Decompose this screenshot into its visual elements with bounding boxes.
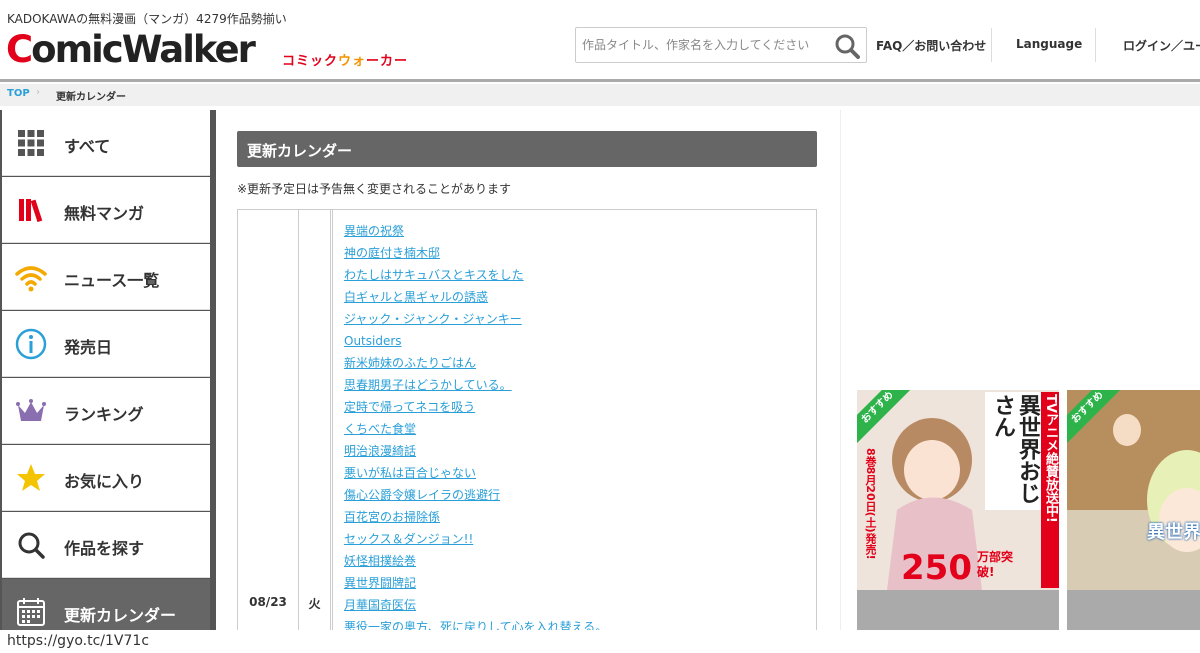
- logo-subtitle: コミックウォーカー: [282, 54, 409, 69]
- title-link[interactable]: 悪いが私は百合じゃない: [344, 465, 814, 487]
- books-icon: [19, 199, 43, 223]
- search-icon: [18, 532, 45, 559]
- search-icon[interactable]: [834, 33, 860, 59]
- breadcrumb-separator: ›: [36, 87, 40, 98]
- title-link[interactable]: わたしはサキュバスとキスをした: [344, 267, 814, 289]
- sidebar-item-free-manga[interactable]: 無料マンガ: [2, 177, 210, 243]
- title-link[interactable]: セックス＆ダンジョン!!: [344, 531, 814, 553]
- language-link[interactable]: Language: [1016, 37, 1082, 51]
- recommended-banner[interactable]: おすすめ 異世界: [1067, 390, 1200, 630]
- title-link[interactable]: Outsiders: [344, 333, 814, 355]
- title-link[interactable]: 悪役一家の奥方、死に戻りして心を入れ替える。: [344, 619, 814, 630]
- grid-icon: [18, 130, 44, 156]
- sidebar-item-all[interactable]: すべて: [2, 110, 210, 176]
- search-box: [575, 27, 867, 63]
- sidebar-item-favorites[interactable]: お気に入り: [2, 445, 210, 511]
- sidebar-item-news[interactable]: ニュース一覧: [2, 244, 210, 310]
- login-link[interactable]: ログイン／ユー: [1123, 37, 1200, 54]
- main-content: 更新カレンダー ※更新予定日は予告無く変更されることがあります 08/23 火 …: [218, 110, 838, 630]
- nav-divider: [1095, 28, 1096, 62]
- faq-link[interactable]: FAQ／お問い合わせ: [876, 37, 986, 54]
- recommendation-column: おすすめ 異世界おじさん TVアニメ絶賛放送中! 8巻8月20日(土)発売! 2…: [840, 110, 1200, 630]
- calendar-day-cell: 火: [299, 210, 333, 630]
- calendar-weekday: 火: [308, 597, 321, 611]
- sidebar-item-search[interactable]: 作品を探す: [2, 512, 210, 578]
- status-url: https://gyo.tc/1V71c: [7, 633, 150, 649]
- sidebar-item-ranking[interactable]: ランキング: [2, 378, 210, 444]
- logo[interactable]: ComicWalker: [6, 28, 256, 72]
- info-icon: [15, 328, 47, 360]
- title-link[interactable]: 異世界闘牌記: [344, 575, 814, 597]
- update-calendar-table: 08/23 火 異端の祝祭 神の庭付き楠木邸 わたしはサキュバスとキスをした 白…: [237, 209, 817, 630]
- sidebar-item-label: ランキング: [64, 405, 144, 424]
- title-link[interactable]: くちべた食堂: [344, 421, 814, 443]
- title-list: 異端の祝祭 神の庭付き楠木邸 わたしはサキュバスとキスをした 白ギャルと黒ギャル…: [344, 223, 814, 630]
- calendar-date: 08/23: [249, 595, 287, 609]
- sidebar-item-label: 発売日: [64, 338, 113, 357]
- header: KADOKAWAの無料漫画（マンガ）4279作品勢揃い ComicWalker …: [0, 0, 1200, 82]
- banner-sales-number: 250: [901, 548, 972, 588]
- title-link[interactable]: 異端の祝祭: [344, 223, 814, 245]
- breadcrumb-top[interactable]: TOP: [7, 88, 30, 99]
- title-link[interactable]: 神の庭付き楠木邸: [344, 245, 814, 267]
- sidebar-item-label: 更新カレンダー: [64, 606, 177, 625]
- search-input[interactable]: [576, 28, 826, 62]
- breadcrumb: TOP › 更新カレンダー: [0, 84, 1200, 106]
- title-link[interactable]: 月華国奇医伝: [344, 597, 814, 619]
- sidebar-item-label: ニュース一覧: [64, 271, 160, 290]
- status-bar: https://gyo.tc/1V71c: [0, 630, 1200, 653]
- tagline: KADOKAWAの無料漫画（マンガ）4279作品勢揃い: [7, 12, 287, 26]
- title-link[interactable]: 明治浪漫綺話: [344, 443, 814, 465]
- sidebar-item-label: 作品を探す: [64, 539, 145, 558]
- schedule-note: ※更新予定日は予告無く変更されることがあります: [237, 182, 512, 196]
- nav-divider: [991, 28, 992, 62]
- banner-art: [1067, 390, 1200, 630]
- title-link[interactable]: 傷心公爵令嬢レイラの逃避行: [344, 487, 814, 509]
- recommended-banner[interactable]: おすすめ 異世界おじさん TVアニメ絶賛放送中! 8巻8月20日(土)発売! 2…: [857, 390, 1059, 630]
- banner-sales-unit: 万部突破!: [977, 550, 1014, 579]
- title-link[interactable]: 新米姉妹のふたりごはん: [344, 355, 814, 377]
- banner-release-text: 8巻8月20日(土)発売!: [864, 448, 877, 560]
- calendar-icon: [17, 598, 45, 626]
- banner-title: 異世界おじさん: [990, 394, 1040, 504]
- banner-title: 異世界: [1147, 522, 1200, 543]
- sidebar-item-label: お気に入り: [64, 472, 145, 491]
- sidebar: すべて 無料マンガ ニュース一覧 発売日 ランキング お気に入り 作品を探す 更…: [0, 110, 216, 645]
- title-link[interactable]: 思春期男子はどうかしている。: [344, 377, 814, 399]
- sidebar-item-release-date[interactable]: 発売日: [2, 311, 210, 377]
- wifi-icon: [15, 266, 47, 292]
- title-link[interactable]: 定時で帰ってネコを吸う: [344, 399, 814, 421]
- sidebar-item-label: 無料マンガ: [64, 204, 145, 223]
- title-link[interactable]: 妖怪相撲絵巻: [344, 553, 814, 575]
- banner-tv-text: TVアニメ絶賛放送中!: [1043, 394, 1058, 523]
- star-icon: [17, 464, 45, 491]
- breadcrumb-current: 更新カレンダー: [56, 92, 126, 103]
- crown-icon: [16, 399, 46, 421]
- title-link[interactable]: 白ギャルと黒ギャルの誘惑: [344, 289, 814, 311]
- page-title-bar: 更新カレンダー: [237, 131, 817, 167]
- title-link[interactable]: 百花宮のお掃除係: [344, 509, 814, 531]
- logo-text: omicWalker: [31, 28, 256, 71]
- sidebar-item-label: すべて: [64, 137, 111, 156]
- calendar-date-cell: 08/23: [238, 210, 299, 630]
- title-link[interactable]: ジャック・ジャンク・ジャンキー: [344, 311, 814, 333]
- page-title: 更新カレンダー: [247, 142, 353, 160]
